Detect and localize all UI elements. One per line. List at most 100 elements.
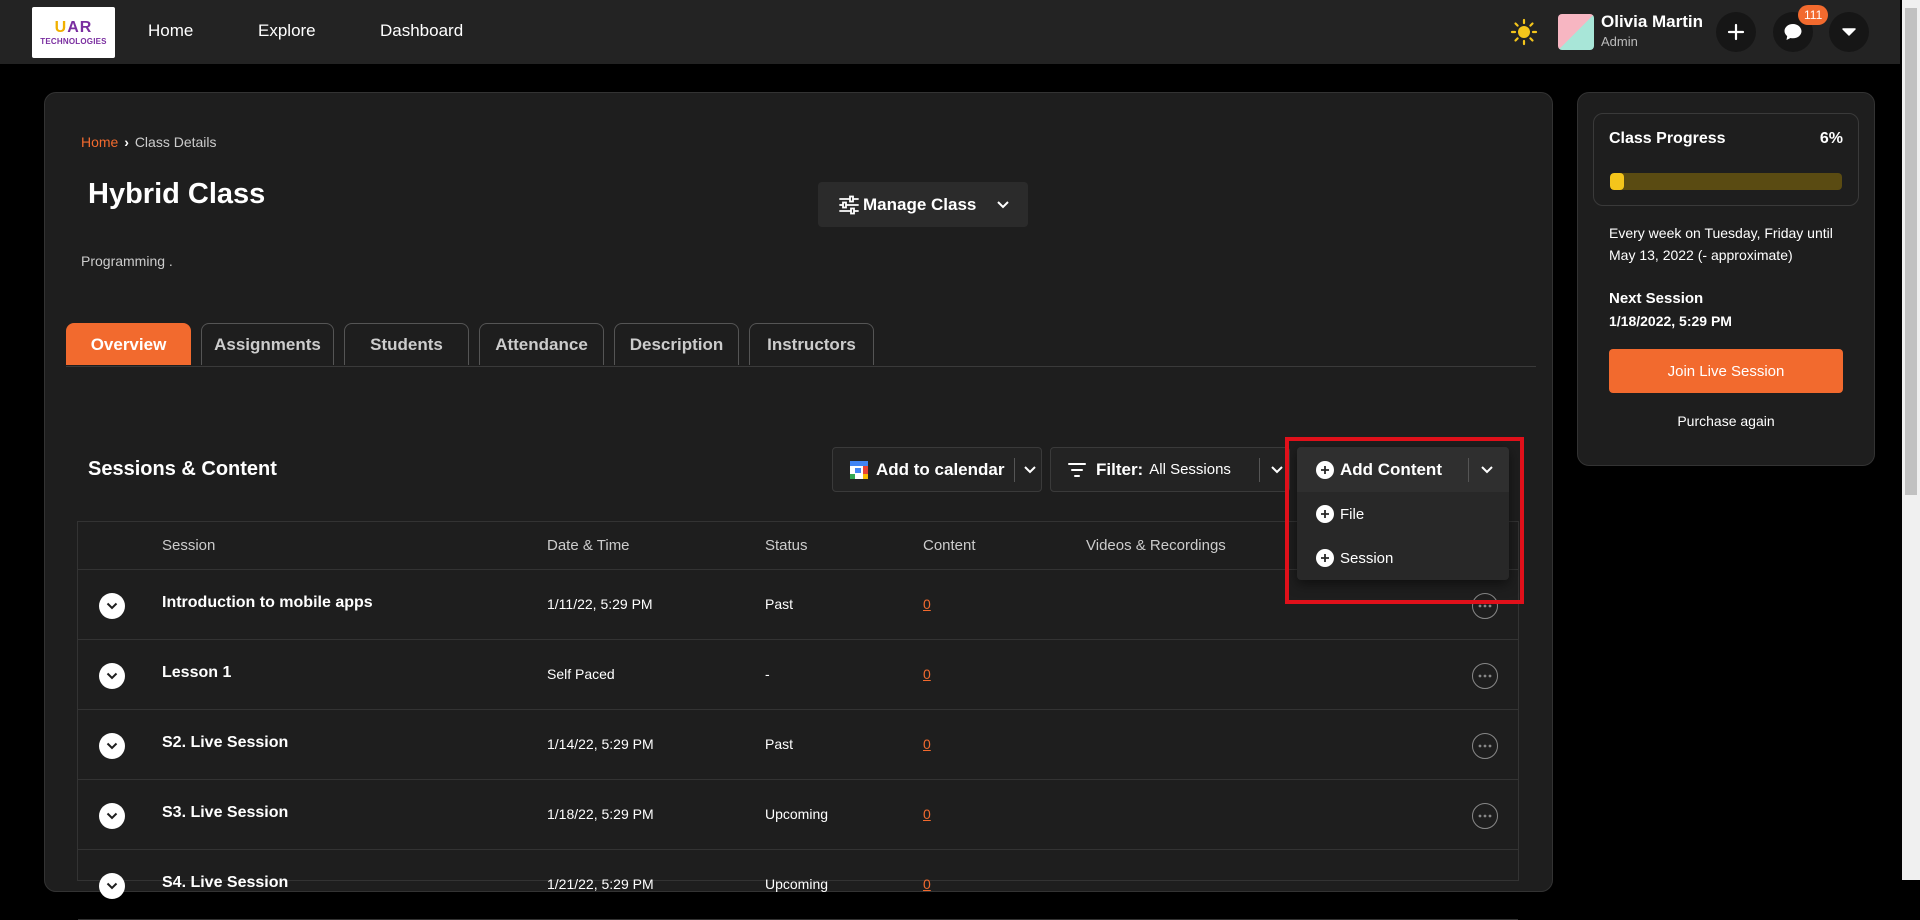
session-date: Self Paced <box>547 666 615 682</box>
more-horizontal-icon <box>1478 814 1492 818</box>
more-horizontal-icon <box>1478 744 1492 748</box>
create-button[interactable] <box>1716 12 1756 52</box>
add-to-calendar-button[interactable]: Add to calendar <box>832 447 1042 492</box>
session-name[interactable]: Introduction to mobile apps <box>162 594 373 612</box>
schedule-text: Every week on Tuesday, Friday until May … <box>1609 225 1833 263</box>
caret-down-icon <box>1842 28 1856 36</box>
tab-instructors[interactable]: Instructors <box>749 323 874 365</box>
progress-bar-fill <box>1610 173 1624 190</box>
tab-students[interactable]: Students <box>344 323 469 365</box>
tab-description[interactable]: Description <box>614 323 739 365</box>
manage-class-label: Manage Class <box>863 194 977 214</box>
chevron-down-icon <box>106 882 118 890</box>
more-horizontal-icon <box>1478 604 1492 608</box>
session-content-link[interactable]: 0 <box>923 666 931 682</box>
user-role: Admin <box>1601 34 1638 49</box>
chevron-right-icon: › <box>124 134 129 150</box>
row-more-button[interactable] <box>1472 803 1498 829</box>
session-content-link[interactable]: 0 <box>923 596 931 612</box>
expand-row-button[interactable] <box>99 663 125 689</box>
sun-icon[interactable] <box>1510 18 1538 46</box>
chevron-down-icon <box>106 602 118 610</box>
session-date: 1/14/22, 5:29 PM <box>547 736 654 752</box>
session-status: Upcoming <box>765 806 829 822</box>
session-content-link[interactable]: 0 <box>923 876 931 892</box>
session-name[interactable]: S3. Live Session <box>162 804 288 822</box>
scrollbar-thumb[interactable] <box>1905 8 1917 495</box>
session-name[interactable]: S4. Live Session <box>162 874 288 892</box>
next-session-label: Next Session <box>1609 290 1704 307</box>
filter-label: Filter: <box>1096 459 1144 479</box>
purchase-again-link[interactable]: Purchase again <box>1609 413 1843 429</box>
filter-dropdown[interactable]: Filter: All Sessions <box>1050 447 1290 492</box>
nav-dashboard[interactable]: Dashboard <box>380 21 463 41</box>
filter-value: All Sessions <box>1149 461 1231 478</box>
session-status: Past <box>765 596 794 612</box>
expand-row-button[interactable] <box>99 593 125 619</box>
row-more-button[interactable] <box>1472 733 1498 759</box>
top-bar: UAR TECHNOLOGIES Home Explore Dashboard … <box>0 0 1900 64</box>
chat-bubble-icon <box>1784 24 1802 40</box>
table-row: S2. Live Session 1/14/22, 5:29 PM Past 0 <box>78 710 1518 780</box>
session-status: Upcoming <box>765 876 829 892</box>
session-content-link[interactable]: 0 <box>923 736 931 752</box>
session-date: 1/18/22, 5:29 PM <box>547 806 654 822</box>
more-horizontal-icon <box>1478 674 1492 678</box>
plus-icon <box>1727 23 1745 41</box>
session-date: 1/21/22, 5:29 PM <box>547 876 654 892</box>
breadcrumb: Home › Class Details <box>81 134 217 150</box>
progress-title: Class Progress <box>1609 130 1726 147</box>
highlight-box <box>1285 437 1524 604</box>
column-session: Session <box>162 537 216 554</box>
next-session-value: 1/18/2022, 5:29 PM <box>1609 313 1732 329</box>
row-more-button[interactable] <box>1472 663 1498 689</box>
breadcrumb-home[interactable]: Home <box>81 134 118 150</box>
chevron-down-icon[interactable] <box>1023 465 1037 475</box>
chevron-down-icon <box>106 742 118 750</box>
progress-card <box>1593 113 1859 206</box>
class-category: Programming . <box>81 253 173 269</box>
table-row: Lesson 1 Self Paced - 0 <box>78 640 1518 710</box>
chevron-down-icon <box>106 672 118 680</box>
session-name[interactable]: Lesson 1 <box>162 664 231 682</box>
session-content-link[interactable]: 0 <box>923 806 931 822</box>
chevron-down-icon[interactable] <box>996 200 1010 210</box>
expand-row-button[interactable] <box>99 873 125 899</box>
table-row: S3. Live Session 1/18/22, 5:29 PM Upcomi… <box>78 780 1518 850</box>
filter-icon <box>1068 462 1086 477</box>
add-to-calendar-label: Add to calendar <box>876 459 1005 479</box>
progress-percent: 6% <box>1819 130 1843 147</box>
tab-divider <box>66 366 1536 367</box>
column-date-time: Date & Time <box>547 537 630 554</box>
page-title: Hybrid Class <box>88 178 266 210</box>
join-live-session-button[interactable]: Join Live Session <box>1609 349 1843 393</box>
chevron-down-icon <box>106 812 118 820</box>
company-logo[interactable]: UAR TECHNOLOGIES <box>32 7 115 58</box>
avatar[interactable] <box>1558 14 1594 50</box>
google-calendar-icon <box>850 460 868 479</box>
session-status: Past <box>765 736 794 752</box>
table-row: S4. Live Session 1/21/22, 5:29 PM Upcomi… <box>78 850 1518 920</box>
user-name[interactable]: Olivia Martin <box>1601 12 1703 32</box>
session-status: - <box>765 666 770 682</box>
tab-overview[interactable]: Overview <box>66 323 191 365</box>
chevron-down-icon[interactable] <box>1270 465 1284 475</box>
account-menu-button[interactable] <box>1829 12 1869 52</box>
nav-explore[interactable]: Explore <box>258 21 316 41</box>
sessions-title: Sessions & Content <box>88 458 277 480</box>
notification-badge: 111 <box>1798 5 1829 25</box>
tab-attendance[interactable]: Attendance <box>479 323 604 365</box>
session-name[interactable]: S2. Live Session <box>162 734 288 752</box>
expand-row-button[interactable] <box>99 733 125 759</box>
column-status: Status <box>765 537 808 554</box>
sliders-icon <box>839 195 859 214</box>
tab-assignments[interactable]: Assignments <box>201 323 334 365</box>
nav-home[interactable]: Home <box>148 21 193 41</box>
progress-bar <box>1610 173 1842 190</box>
breadcrumb-current: Class Details <box>134 134 217 150</box>
manage-class-button[interactable]: Manage Class <box>818 182 1028 227</box>
expand-row-button[interactable] <box>99 803 125 829</box>
column-content: Content <box>923 537 976 554</box>
session-date: 1/11/22, 5:29 PM <box>547 596 653 612</box>
column-videos-recordings: Videos & Recordings <box>1086 537 1226 554</box>
